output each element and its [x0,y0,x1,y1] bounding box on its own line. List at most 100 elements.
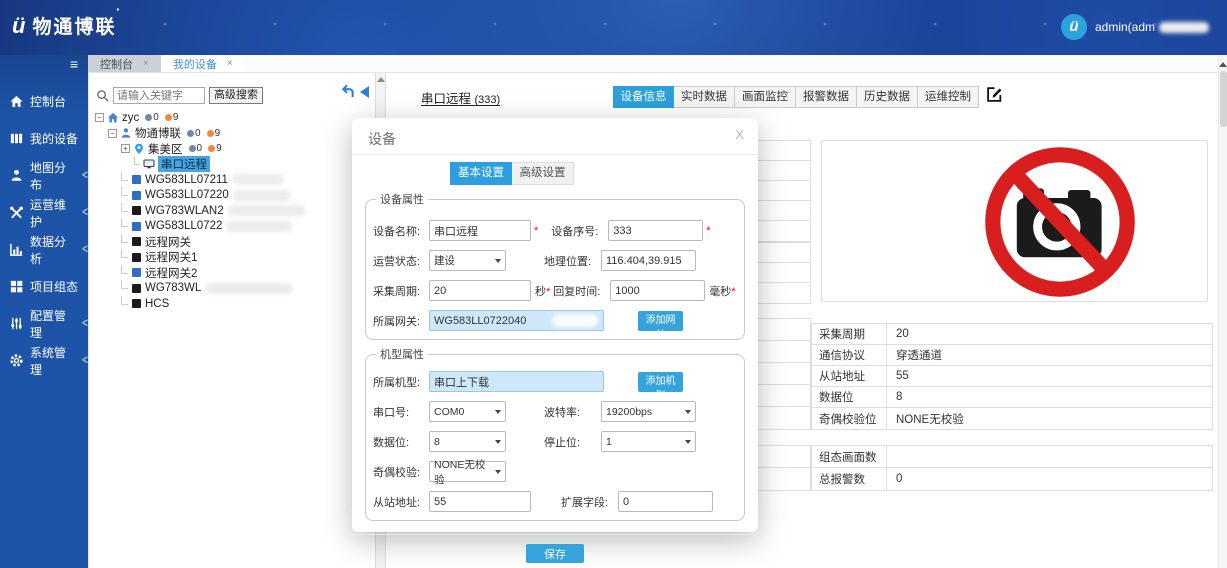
edit-icon[interactable] [986,86,1003,103]
chevron-down-icon [685,439,691,444]
close-tab-icon[interactable]: × [143,58,149,69]
collapse-panel-icon[interactable] [360,85,369,98]
device-stats-table: 组态画面数 总报警数 0 [811,445,1213,491]
tree-line [121,171,128,181]
add-model-button[interactable]: 添加机型 [638,371,683,402]
save-button[interactable]: 保存 [526,544,584,563]
field-label: 奇偶校验: [373,466,421,479]
field-label: 停止位: [544,436,581,449]
count-dot-icon [188,145,196,153]
info-value: 8 [896,391,903,403]
tree-node[interactable]: WG783WL [89,280,373,297]
sidebar-item[interactable]: 系统管理 < [0,342,88,379]
tree-node[interactable]: + 集美区 0 9 [89,141,373,157]
device-name-input[interactable] [429,220,531,241]
device-tabs: 设备信息 实时数据 画面监控 报警数据 历史数据 运维控制 [613,86,979,108]
monitor-icon [143,158,155,170]
sidebar-item-label: 运营维护 [30,197,67,229]
home-icon [107,112,119,124]
section-legend: 机型属性 [380,349,424,361]
sidebar-item[interactable]: 项目组态 [0,268,88,305]
required-mark: * [731,285,736,298]
brand-logo-icon: ü [12,12,26,38]
expand-icon[interactable]: + [121,144,130,154]
tree-node[interactable]: HCS [89,295,373,312]
undo-arrow-icon[interactable] [340,84,355,99]
field-label: 设备名称: [373,225,421,238]
field-label: 地理位置: [544,255,592,268]
tree-node[interactable]: WG783WLAN2 [89,202,373,219]
tree-node[interactable]: 远程网关 [89,233,373,250]
tree-node[interactable]: 远程网关1 [89,249,373,266]
search-input[interactable] [113,87,205,104]
tree-line [121,202,128,212]
device-tab[interactable]: 报警数据 [796,86,857,108]
brand-name: 物通博联▪ [32,5,122,38]
table-row: 从站地址 55 [812,366,1212,387]
scroll-up-icon[interactable] [1219,62,1227,67]
device-tab[interactable]: 设备信息 [613,86,674,108]
window-tab-label: 我的设备 [172,58,217,71]
count-badge: 0 [195,127,201,139]
baud-rate-select[interactable]: 19200bps [601,401,696,422]
slave-address-input[interactable] [429,491,531,512]
brand: ü 物通博联▪ [12,5,122,39]
info-value: 20 [896,328,909,340]
sidebar-menu: 控制台 我的设备 地图分布 < 运营维护 < 数据分析 < 项目组态 配置管理 < 系统管理 < [0,55,88,379]
tree-node[interactable]: − zyc 0 9 [89,110,373,126]
scroll-up-icon[interactable] [376,77,385,82]
advanced-search-button[interactable]: 高级搜索 [209,87,263,104]
tree-node[interactable]: WG583LL07220 [89,187,373,204]
tree-node[interactable]: 串口远程 [89,156,373,173]
sidebar-item[interactable]: 我的设备 [0,120,88,157]
close-icon[interactable]: X [735,127,744,142]
vertical-scrollbar[interactable] [1218,56,1227,568]
tree-node-label: 远程网关 [145,236,191,249]
tree-node[interactable]: WG583LL0722 [89,218,373,235]
collapse-icon[interactable]: − [108,128,117,138]
sidebar-item[interactable]: 控制台 [0,83,88,120]
sidebar-item[interactable]: 数据分析 < [0,231,88,268]
device-tab[interactable]: 历史数据 [857,86,918,108]
parity-select[interactable]: NONE无校验 [429,459,506,486]
location-input[interactable] [601,250,696,271]
count-badge: 0 [196,143,203,155]
field-label: 串口号: [373,406,410,419]
device-tab[interactable]: 画面监控 [735,86,796,108]
sidebar-item[interactable]: 配置管理 < [0,305,88,342]
tree-line [121,280,128,290]
stop-bits-select[interactable]: 1 [601,431,696,452]
modal-title: 设备 [368,131,396,147]
reply-time-input[interactable] [610,280,706,301]
device-tab[interactable]: 运维控制 [918,86,979,108]
window-tab-console[interactable]: 控制台 × [88,55,161,72]
user-menu[interactable]: ü admin(adm [1060,14,1209,40]
collapse-icon[interactable]: − [95,113,104,123]
device-tab[interactable]: 实时数据 [674,86,735,108]
device-serial-input[interactable] [608,220,704,241]
scrollbar-thumb[interactable] [1219,71,1227,127]
tree-node[interactable]: − 物通博联 0 9 [89,126,373,142]
sidebar-item-label: 数据分析 [30,234,67,266]
window-tab-my-devices[interactable]: 我的设备 × [160,55,245,72]
model-input[interactable] [429,371,604,392]
data-bits-select[interactable]: 8 [429,431,506,452]
field-label: 所属网关: [373,315,421,328]
device-serial: (333) [474,94,501,106]
sidebar-item[interactable]: 运营维护 < [0,194,88,231]
status-select[interactable]: 建设 [429,250,506,271]
serial-port-select[interactable]: COM0 [429,401,506,422]
tab-advanced-settings[interactable]: 高级设置 [512,162,574,185]
ext-field-input[interactable] [618,491,713,512]
tab-basic-settings[interactable]: 基本设置 [450,162,512,185]
tree-node[interactable]: 远程网关2 [89,264,373,281]
menu-toggle-icon[interactable]: ≡ [70,57,78,71]
close-tab-icon[interactable]: × [227,58,233,69]
tree-node-label: 远程网关1 [145,252,198,265]
tree-line [121,218,128,228]
sidebar-item[interactable]: 地图分布 < [0,157,88,194]
collect-period-input[interactable] [429,280,531,301]
add-gateway-button[interactable]: 添加网关 [638,310,683,341]
tree-node[interactable]: WG583LL07211 [89,171,373,188]
sidebar-item-label: 地图分布 [30,160,67,192]
